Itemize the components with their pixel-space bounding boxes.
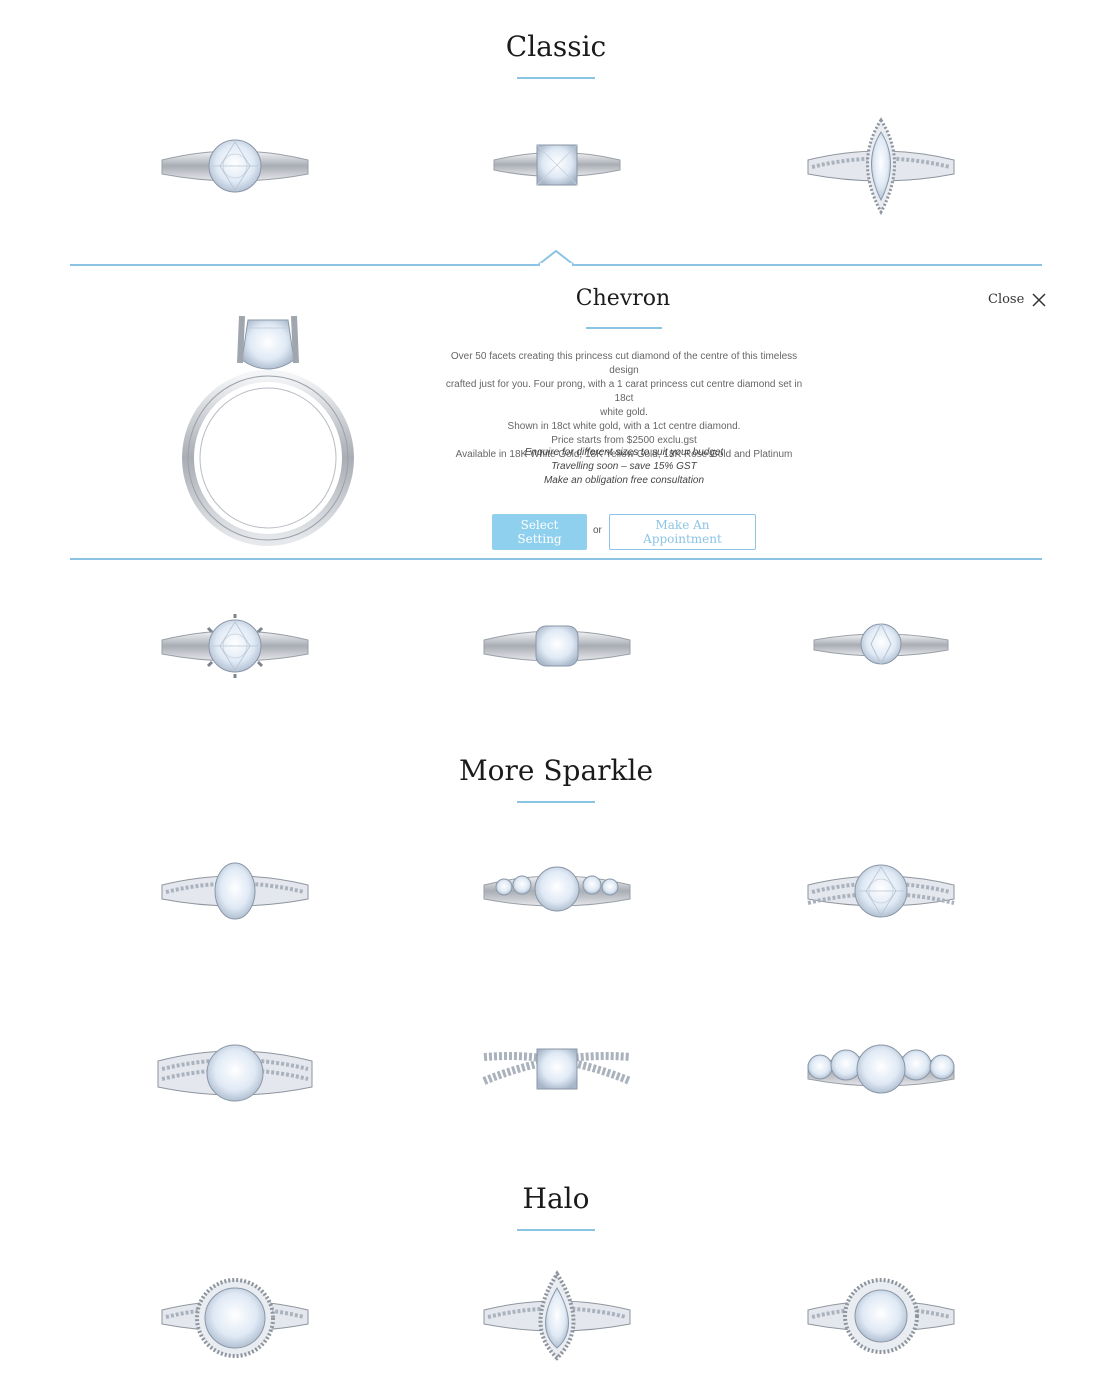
ring-detail-image xyxy=(170,308,370,548)
ring-thumbnail-six-prong-small[interactable] xyxy=(796,570,966,730)
detail-title-underline xyxy=(586,327,662,329)
panel-notch xyxy=(538,250,574,266)
ring-thumbnail-round-side-stones[interactable] xyxy=(472,815,642,975)
select-setting-button[interactable]: Select Setting xyxy=(492,514,587,550)
note-line: Make an obligation free consultation xyxy=(543,475,705,486)
ring-thumbnail-triple-row-pave[interactable] xyxy=(150,995,320,1155)
detail-panel-bottom-border xyxy=(70,558,1042,560)
ring-thumbnail-split-shank-pave[interactable] xyxy=(796,815,966,975)
ring-thumbnail-round-solitaire[interactable] xyxy=(150,90,320,250)
heading-underline xyxy=(517,801,595,803)
note-line: Enquire for different sizes to suit your… xyxy=(524,447,724,458)
ring-thumbnail-six-prong-solitaire[interactable] xyxy=(150,570,320,730)
section-heading-halo: Halo xyxy=(0,1182,1112,1231)
heading-underline xyxy=(517,77,595,79)
section-title: Classic xyxy=(505,30,607,63)
description-line: white gold. xyxy=(600,407,648,418)
ring-thumbnail-crossover-princess[interactable] xyxy=(472,995,642,1155)
note-line: Travelling soon – save 15% GST xyxy=(551,461,697,472)
section-heading-classic: Classic xyxy=(0,30,1112,79)
ring-thumbnail-five-stone[interactable] xyxy=(796,995,966,1155)
ring-thumbnail-round-halo-split[interactable] xyxy=(150,1240,320,1400)
make-appointment-button[interactable]: Make An Appointment xyxy=(609,514,756,550)
ring-thumbnail-marquise-halo[interactable] xyxy=(796,90,966,250)
heading-underline xyxy=(517,1229,595,1231)
detail-notes: Enquire for different sizes to suit your… xyxy=(440,446,808,488)
close-button[interactable]: Close xyxy=(988,292,1046,307)
section-heading-more-sparkle: More Sparkle xyxy=(0,754,1112,803)
ring-thumbnail-princess-solitaire[interactable] xyxy=(472,90,642,250)
ring-thumbnail-oval-pave[interactable] xyxy=(150,815,320,975)
close-label: Close xyxy=(988,292,1025,307)
close-icon xyxy=(1032,292,1046,307)
ring-thumbnail-round-halo[interactable] xyxy=(796,1240,966,1400)
ring-thumbnail-cushion-solitaire[interactable] xyxy=(472,570,642,730)
description-line: crafted just for you. Four prong, with a… xyxy=(445,379,803,404)
or-separator: or xyxy=(593,525,602,536)
section-title: More Sparkle xyxy=(458,754,654,787)
ring-thumbnail-pear-halo[interactable] xyxy=(472,1240,642,1400)
description-line: Shown in 18ct white gold, with a 1ct cen… xyxy=(507,421,741,432)
description-line: Over 50 facets creating this princess cu… xyxy=(450,351,798,376)
section-title: Halo xyxy=(522,1182,590,1215)
detail-title: Chevron xyxy=(575,286,671,311)
